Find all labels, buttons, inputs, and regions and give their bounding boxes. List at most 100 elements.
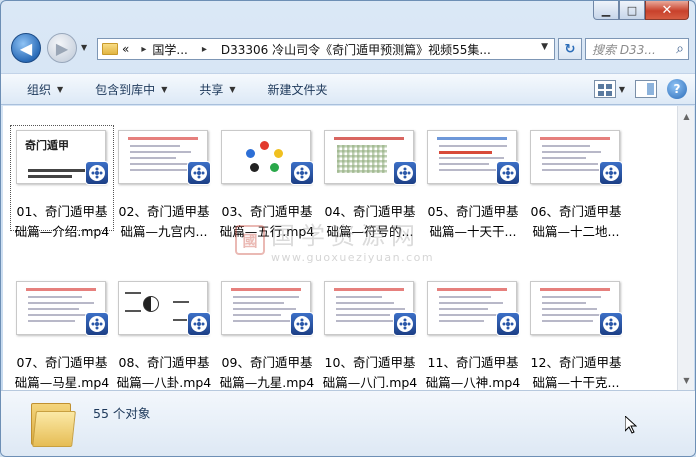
video-player-icon (599, 312, 623, 336)
file-name: 06、奇门遁甲基 础篇—十二地... (525, 202, 627, 242)
file-list[interactable]: 奇门遁甲 01、奇门遁甲基 础篇—介绍.mp4 02、奇门遁甲基 础篇—九宫内... 03… (3, 106, 677, 390)
new-folder-button[interactable]: 新建文件夹 (268, 81, 328, 98)
video-player-icon (496, 312, 520, 336)
film-reel-icon (191, 165, 207, 181)
film-reel-icon (294, 316, 310, 332)
file-name-line1: 06、奇门遁甲基 (530, 204, 622, 219)
forward-button[interactable]: ▶ (47, 33, 77, 63)
watermark-seal: 國 (235, 225, 265, 255)
command-bar: 组织 ▼ 包含到库中 ▼ 共享 ▼ 新建文件夹 ▼ ? (1, 73, 695, 105)
file-name-line1: 08、奇门遁甲基 (118, 355, 210, 370)
details-pane: 55 个对象 (1, 390, 695, 456)
thumbnail-title: 奇门遁甲 (25, 139, 69, 152)
vertical-scrollbar[interactable]: ▲ ▼ (677, 106, 694, 390)
share-button[interactable]: 共享 ▼ (199, 81, 235, 98)
watermark-text: 国学资源网 www.guoxueziyuan.com (271, 216, 434, 264)
video-player-icon (187, 312, 211, 336)
file-item[interactable]: 06、奇门遁甲基 础篇—十二地... (525, 126, 627, 239)
close-button[interactable]: ✕ (645, 1, 689, 20)
file-item[interactable]: 07、奇门遁甲基 础篇—马星.mp4 (11, 277, 113, 390)
breadcrumb-item-guoxue[interactable]: 国学... (152, 41, 187, 58)
share-label: 共享 (199, 82, 224, 97)
file-name-line1: 12、奇门遁甲基 (530, 355, 622, 370)
film-reel-icon (397, 165, 413, 181)
folder-icon (31, 399, 76, 447)
file-item[interactable]: 04、奇门遁甲基 础篇—符号的... (319, 126, 421, 239)
video-player-icon (290, 161, 314, 185)
organize-label: 组织 (27, 82, 52, 97)
film-reel-icon (191, 316, 207, 332)
video-player-icon (496, 161, 520, 185)
film-reel-icon (294, 165, 310, 181)
video-player-icon (290, 312, 314, 336)
film-reel-icon (89, 165, 105, 181)
address-dropdown-icon[interactable]: ▼ (541, 42, 548, 52)
breadcrumb-overflow[interactable]: « (122, 42, 129, 56)
refresh-icon: ↻ (564, 41, 576, 57)
file-name-line1: 02、奇门遁甲基 (118, 204, 210, 219)
minimize-button[interactable]: ▁ (593, 1, 619, 20)
file-item[interactable]: 奇门遁甲 01、奇门遁甲基 础篇—介绍.mp4 (10, 125, 114, 239)
file-name-line1: 07、奇门遁甲基 (16, 355, 108, 370)
file-item[interactable]: 09、奇门遁甲基 础篇—九星.mp4 (216, 277, 318, 390)
watermark-url: www.guoxueziyuan.com (271, 251, 435, 264)
organize-button[interactable]: 组织 ▼ (27, 81, 63, 98)
recent-pages-dropdown[interactable]: ▼ (81, 43, 87, 52)
video-player-icon (393, 312, 417, 336)
film-reel-icon (500, 165, 516, 181)
video-player-icon (393, 161, 417, 185)
scroll-up-icon[interactable]: ▲ (679, 108, 694, 124)
item-count: 55 个对象 (93, 406, 151, 421)
file-name: 02、奇门遁甲基 础篇—九宫内... (113, 202, 215, 242)
breadcrumb-separator[interactable]: ▸ (202, 44, 207, 55)
caption-buttons: ▁ □ ✕ (593, 1, 689, 21)
address-bar[interactable]: « ▸ 国学... ▸ D33306 冷山司令《奇门遁甲预测篇》视频55集...… (97, 38, 555, 60)
chevron-down-icon: ▼ (57, 84, 64, 94)
file-name-line2: 础篇—介绍.mp4 (14, 224, 110, 239)
file-item[interactable]: 08、奇门遁甲基 础篇—八卦.mp4 (113, 277, 215, 390)
maximize-button[interactable]: □ (619, 1, 645, 20)
file-name: 05、奇门遁甲基 础篇—十天干... (422, 202, 524, 242)
file-item[interactable]: 03、奇门遁甲基 础篇—五行.mp4 (216, 126, 318, 239)
help-icon[interactable]: ? (667, 79, 687, 99)
refresh-button[interactable]: ↻ (558, 38, 582, 60)
file-name-line2: 础篇—十天干... (429, 224, 517, 239)
file-item[interactable]: 05、奇门遁甲基 础篇—十天干... (422, 126, 524, 239)
file-name-line1: 05、奇门遁甲基 (427, 204, 519, 219)
file-name-line1: 01、奇门遁甲基 (16, 204, 108, 219)
file-name-line1: 10、奇门遁甲基 (324, 355, 416, 370)
file-name: 10、奇门遁甲基 础篇—八门.mp4 (319, 353, 421, 393)
watermark: 國国学资源网 www.guoxueziyuan.com (235, 216, 434, 264)
file-item[interactable]: 12、奇门遁甲基 础篇—十干克... (525, 277, 627, 390)
file-name: 12、奇门遁甲基 础篇—十干克... (525, 353, 627, 393)
film-reel-icon (603, 316, 619, 332)
watermark-title: 国学资源网 (271, 222, 421, 250)
file-name: 08、奇门遁甲基 础篇—八卦.mp4 (113, 353, 215, 393)
file-name-line2: 础篇—十二地... (532, 224, 620, 239)
new-folder-label: 新建文件夹 (267, 82, 328, 97)
scroll-down-icon[interactable]: ▼ (679, 372, 694, 388)
film-reel-icon (603, 165, 619, 181)
breadcrumb-separator[interactable]: ▸ (141, 44, 146, 55)
file-name: 07、奇门遁甲基 础篇—马星.mp4 (11, 353, 113, 393)
navigation-bar: ◀ ▶ ▼ « ▸ 国学... ▸ D33306 冷山司令《奇门遁甲预测篇》视频… (1, 29, 695, 69)
file-item[interactable]: 11、奇门遁甲基 础篇—八神.mp4 (422, 277, 524, 390)
chevron-down-icon[interactable]: ▼ (619, 85, 625, 94)
file-item[interactable]: 02、奇门遁甲基 础篇—九宫内... (113, 126, 215, 239)
file-item[interactable]: 10、奇门遁甲基 础篇—八门.mp4 (319, 277, 421, 390)
explorer-window: ▁ □ ✕ ◀ ▶ ▼ « ▸ 国学... ▸ D33306 冷山司令《奇门遁甲… (0, 0, 696, 457)
film-reel-icon (89, 316, 105, 332)
search-icon[interactable]: ⌕ (676, 41, 684, 57)
preview-pane-icon[interactable] (635, 80, 657, 98)
breadcrumb-item-current[interactable]: D33306 冷山司令《奇门遁甲预测篇》视频55集... (221, 41, 491, 58)
toolbar-right: ▼ ? (584, 79, 687, 99)
include-in-library-button[interactable]: 包含到库中 ▼ (95, 81, 167, 98)
file-name-line1: 09、奇门遁甲基 (221, 355, 313, 370)
search-input[interactable]: 搜索 D33... ⌕ (585, 38, 689, 60)
back-button[interactable]: ◀ (11, 33, 41, 63)
chevron-down-icon: ▼ (229, 84, 236, 94)
change-view-icon[interactable] (593, 80, 616, 98)
video-player-icon (85, 161, 109, 185)
search-placeholder: 搜索 D33... (592, 42, 656, 57)
film-reel-icon (397, 316, 413, 332)
